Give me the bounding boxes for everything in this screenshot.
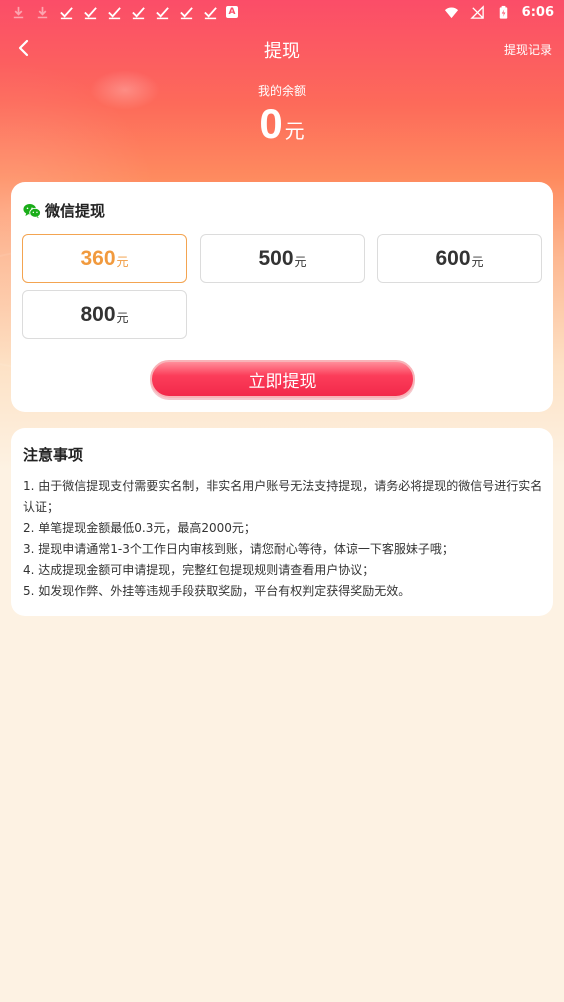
amount-value: 500 [258,246,294,270]
amount-unit: 元 [471,255,484,269]
balance-label: 我的余额 [257,84,306,98]
status-time: 6:06 [521,4,554,20]
nav-bar: 提现 提现记录 [0,30,564,70]
amount-value: 360 [80,246,116,270]
check-icon [154,4,170,20]
back-button[interactable] [10,36,38,64]
notice-item: 5. 如发现作弊、外挂等违规手段获取奖励，平台有权判定获得奖励无效。 [23,584,411,598]
notice-card: 注意事项 1. 由于微信提现支付需要实名制，非实名用户账号无法支持提现，请务必将… [11,428,553,616]
balance-amount: 0 [259,100,283,147]
wechat-withdraw-title: 微信提现 [45,202,106,220]
notice-item: 3. 提现申请通常1-3个工作日内审核到账，请您耐心等待，体谅一下客服妹子哦； [23,542,454,556]
check-icon [82,4,98,20]
download-icon [34,4,50,20]
amount-option-360[interactable]: 360 元 [22,234,187,283]
download-icon [10,4,26,20]
amount-option-800[interactable]: 800 元 [22,290,187,339]
battery-charging-icon [496,4,512,20]
notice-item: 1. 由于微信提现支付需要实名制，非实名用户账号无法支持提现，请务必将提现的微信… [23,479,543,514]
notice-item: 4. 达成提现金额可申请提现，完整红包提现规则请查看用户协议； [23,563,375,577]
check-icon [202,4,218,20]
amount-unit: 元 [294,255,307,269]
withdraw-card: 微信提现 360 元 500 元 600 元 800 元 立即提现 [11,182,553,412]
check-icon [130,4,146,20]
wechat-withdraw-header: 微信提现 [23,200,105,221]
wechat-icon [23,203,41,219]
check-icon [178,4,194,20]
amount-option-600[interactable]: 600 元 [377,234,542,283]
no-signal-icon [470,4,486,20]
withdraw-now-button[interactable]: 立即提现 [150,360,415,398]
wifi-icon [444,4,460,20]
a-app-icon: A [226,6,238,18]
amount-option-500[interactable]: 500 元 [200,234,365,283]
amount-unit: 元 [116,311,129,325]
amount-value: 800 [80,302,116,326]
notice-item: 2. 单笔提现金额最低0.3元，最高2000元； [23,521,256,535]
notice-list: 1. 由于微信提现支付需要实名制，非实名用户账号无法支持提现，请务必将提现的微信… [23,476,543,602]
chevron-left-icon [17,39,31,61]
page-title: 提现 [264,41,300,62]
amount-value: 600 [435,246,471,270]
withdraw-now-label: 立即提现 [248,371,317,392]
balance-unit: 元 [284,119,305,143]
status-bar: A 6:06 [0,0,564,24]
withdraw-record-link[interactable]: 提现记录 [504,41,552,58]
check-icon [58,4,74,20]
balance-display: 0元 [0,100,564,148]
check-icon [106,4,122,20]
notice-title: 注意事项 [23,446,84,464]
amount-unit: 元 [116,255,129,269]
